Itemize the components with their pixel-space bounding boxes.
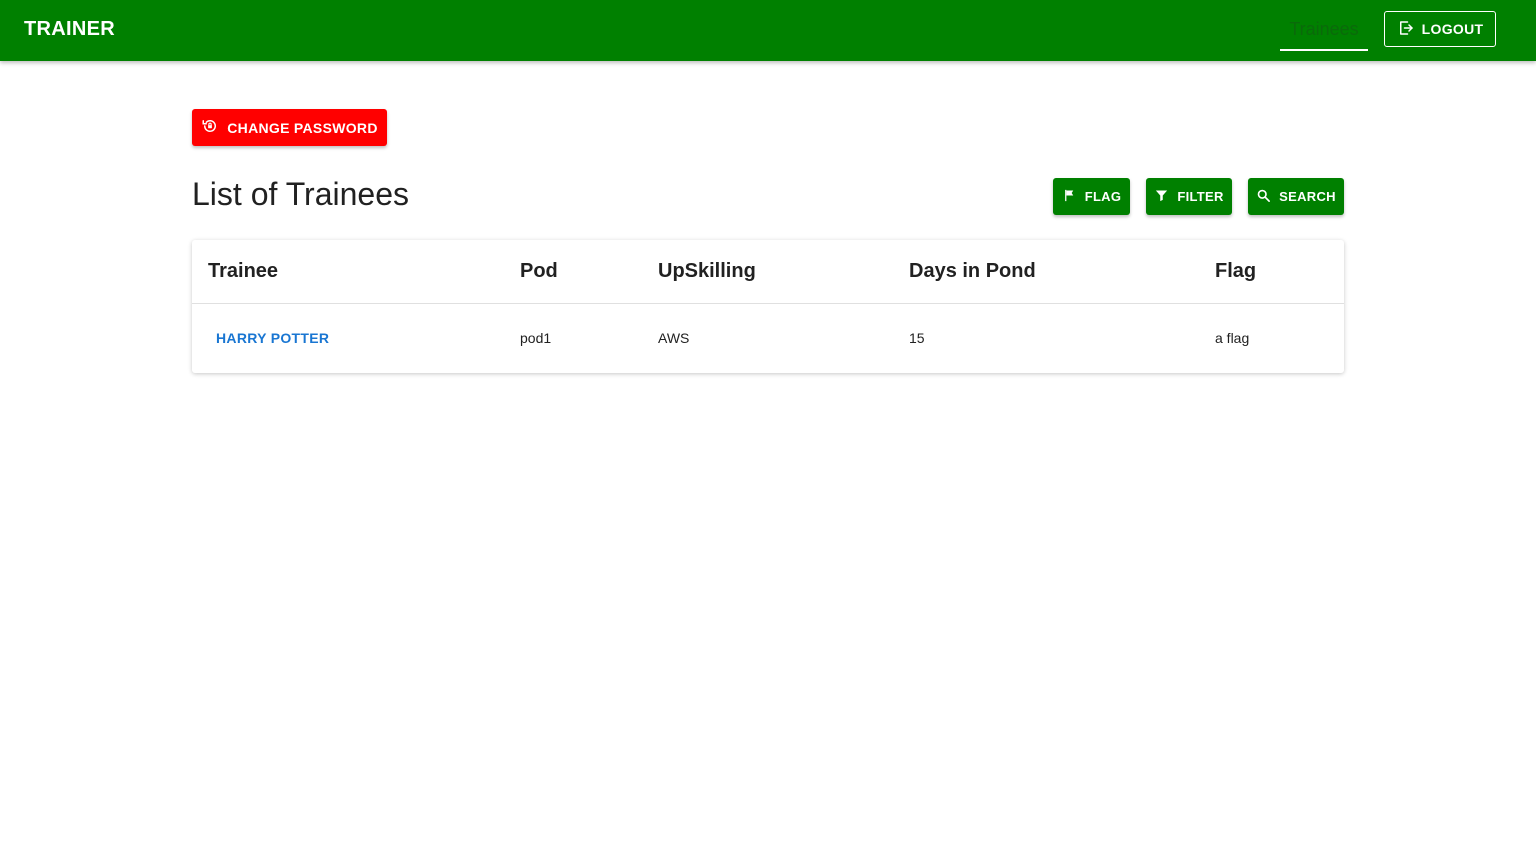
pod-cell: pod1 <box>520 330 552 346</box>
logout-icon <box>1397 19 1415 40</box>
search-icon <box>1256 188 1271 206</box>
page-title: List of Trainees <box>192 176 409 212</box>
filter-button[interactable]: FILTER <box>1146 178 1232 215</box>
column-header-days-in-pond: Days in Pond <box>909 260 1036 282</box>
filter-icon <box>1154 188 1169 206</box>
column-header-upskilling: UpSkilling <box>658 260 756 282</box>
upskilling-cell: AWS <box>658 330 690 346</box>
lock-reset-icon <box>201 117 219 138</box>
table-header: Trainee Pod UpSkilling Days in Pond Flag <box>192 240 1344 304</box>
app-bar: TRAINER Trainees LOGOUT <box>0 0 1536 61</box>
column-header-pod: Pod <box>520 260 558 282</box>
flag-icon <box>1062 188 1077 206</box>
column-header-trainee: Trainee <box>208 260 279 282</box>
days-in-pond-cell: 15 <box>909 330 925 346</box>
table-row: HARRY POTTER pod1 AWS 15 a flag <box>192 304 1344 373</box>
trainees-table: Trainee Pod UpSkilling Days in Pond Flag… <box>192 240 1344 373</box>
flag-button[interactable]: FLAG <box>1053 178 1130 215</box>
flag-cell: a flag <box>1215 330 1250 346</box>
search-label: SEARCH <box>1279 189 1336 204</box>
change-password-button[interactable]: CHANGE PASSWORD <box>192 109 387 146</box>
trainee-link[interactable]: HARRY POTTER <box>216 330 329 346</box>
logout-button[interactable]: LOGOUT <box>1384 11 1496 47</box>
nav-tab-trainees[interactable]: Trainees <box>1280 10 1368 51</box>
change-password-label: CHANGE PASSWORD <box>227 119 378 136</box>
column-header-flag: Flag <box>1215 260 1257 282</box>
flag-label: FLAG <box>1084 189 1122 204</box>
filter-label: FILTER <box>1177 189 1224 204</box>
search-button[interactable]: SEARCH <box>1248 178 1344 215</box>
logout-label: LOGOUT <box>1421 21 1484 37</box>
app-title: TRAINER <box>24 18 115 40</box>
